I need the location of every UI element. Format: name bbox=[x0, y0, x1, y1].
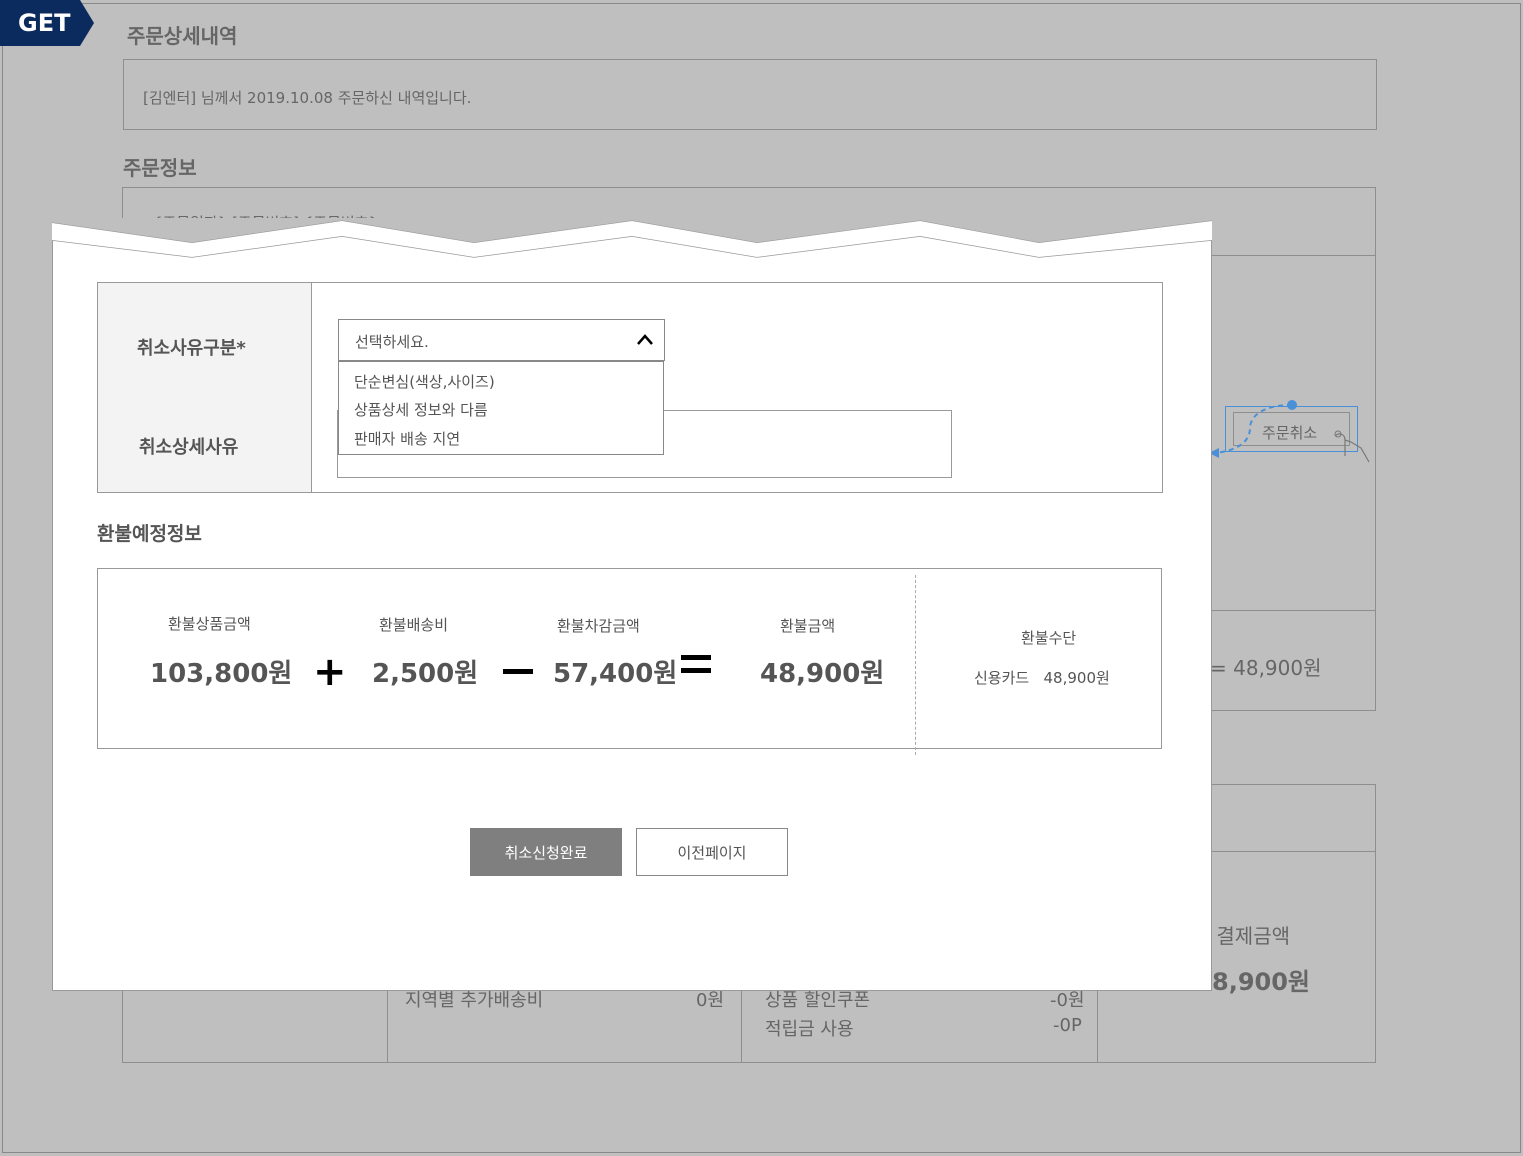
payment-col-divider-1 bbox=[387, 990, 388, 1063]
points-label: 적립금 사용 bbox=[765, 1019, 854, 1040]
payment-divider bbox=[1210, 851, 1376, 852]
annotation-arrow-icon bbox=[1209, 400, 1370, 463]
equals-icon-bar bbox=[681, 668, 711, 673]
plus-icon: + bbox=[313, 649, 347, 695]
order-total-divider bbox=[1210, 610, 1376, 611]
cancel-reason-dropdown: 단순변심(색상,사이즈) 상품상세 정보와 다름 판매자 배송 지연 bbox=[338, 361, 664, 455]
refund-method-value: 신용카드 48,900원 bbox=[974, 669, 1110, 687]
payment-col-divider-2 bbox=[741, 990, 742, 1063]
get-badge: GET bbox=[0, 0, 94, 46]
cancel-reason-select[interactable]: 선택하세요. bbox=[338, 319, 665, 361]
refund-title: 환불예정정보 bbox=[97, 523, 202, 545]
cancel-detail-label: 취소상세사유 bbox=[139, 437, 239, 458]
cancel-form: 취소사유구분* 취소상세사유 선택하세요. 단순변심(색상,사이즈) 상품상세 … bbox=[97, 282, 1163, 493]
dropdown-option[interactable]: 판매자 배송 지연 bbox=[354, 428, 460, 449]
dropdown-option[interactable]: 상품상세 정보와 다름 bbox=[354, 399, 488, 420]
form-label-column bbox=[98, 283, 312, 492]
order-total-amount: = 48,900원 bbox=[1210, 656, 1322, 680]
greeting-text: [김엔터] 님께서 2019.10.08 주문하신 내역입니다. bbox=[143, 89, 472, 107]
refund-method-label: 환불수단 bbox=[1021, 629, 1077, 647]
points-value: -0P bbox=[1053, 1015, 1082, 1036]
submit-cancel-button[interactable]: 취소신청완료 bbox=[470, 828, 622, 876]
refund-shipping-label: 환불배송비 bbox=[379, 616, 449, 634]
payment-col-divider-3 bbox=[1097, 990, 1098, 1063]
chevron-up-icon bbox=[637, 334, 653, 345]
refund-total-amount: 48,900원 bbox=[760, 659, 885, 689]
equals-icon bbox=[681, 655, 711, 660]
modal-torn-edge bbox=[52, 218, 1212, 258]
refund-shipping-amount: 2,500원 bbox=[372, 659, 479, 689]
refund-divider bbox=[915, 575, 916, 755]
refund-deduction-label: 환불차감금액 bbox=[557, 617, 640, 635]
badge-label: GET bbox=[18, 9, 71, 37]
order-info-title: 주문정보 bbox=[123, 156, 197, 180]
refund-deduction-amount: 57,400원 bbox=[553, 659, 678, 689]
minus-icon bbox=[503, 669, 533, 674]
refund-total-label: 환불금액 bbox=[780, 617, 836, 635]
refund-product-label: 환불상품금액 bbox=[168, 615, 251, 633]
select-value: 선택하세요. bbox=[355, 333, 429, 351]
dropdown-option[interactable]: 단순변심(색상,사이즈) bbox=[354, 371, 495, 392]
page-title: 주문상세내역 bbox=[127, 24, 238, 48]
cancel-reason-label: 취소사유구분* bbox=[137, 338, 246, 359]
cancel-modal: 취소사유구분* 취소상세사유 선택하세요. 단순변심(색상,사이즈) 상품상세 … bbox=[52, 218, 1212, 991]
refund-product-amount: 103,800원 bbox=[150, 659, 293, 689]
previous-page-button[interactable]: 이전페이지 bbox=[636, 828, 788, 876]
refund-summary: 환불상품금액 103,800원 + 환불배송비 2,500원 환불차감금액 57… bbox=[97, 568, 1162, 755]
